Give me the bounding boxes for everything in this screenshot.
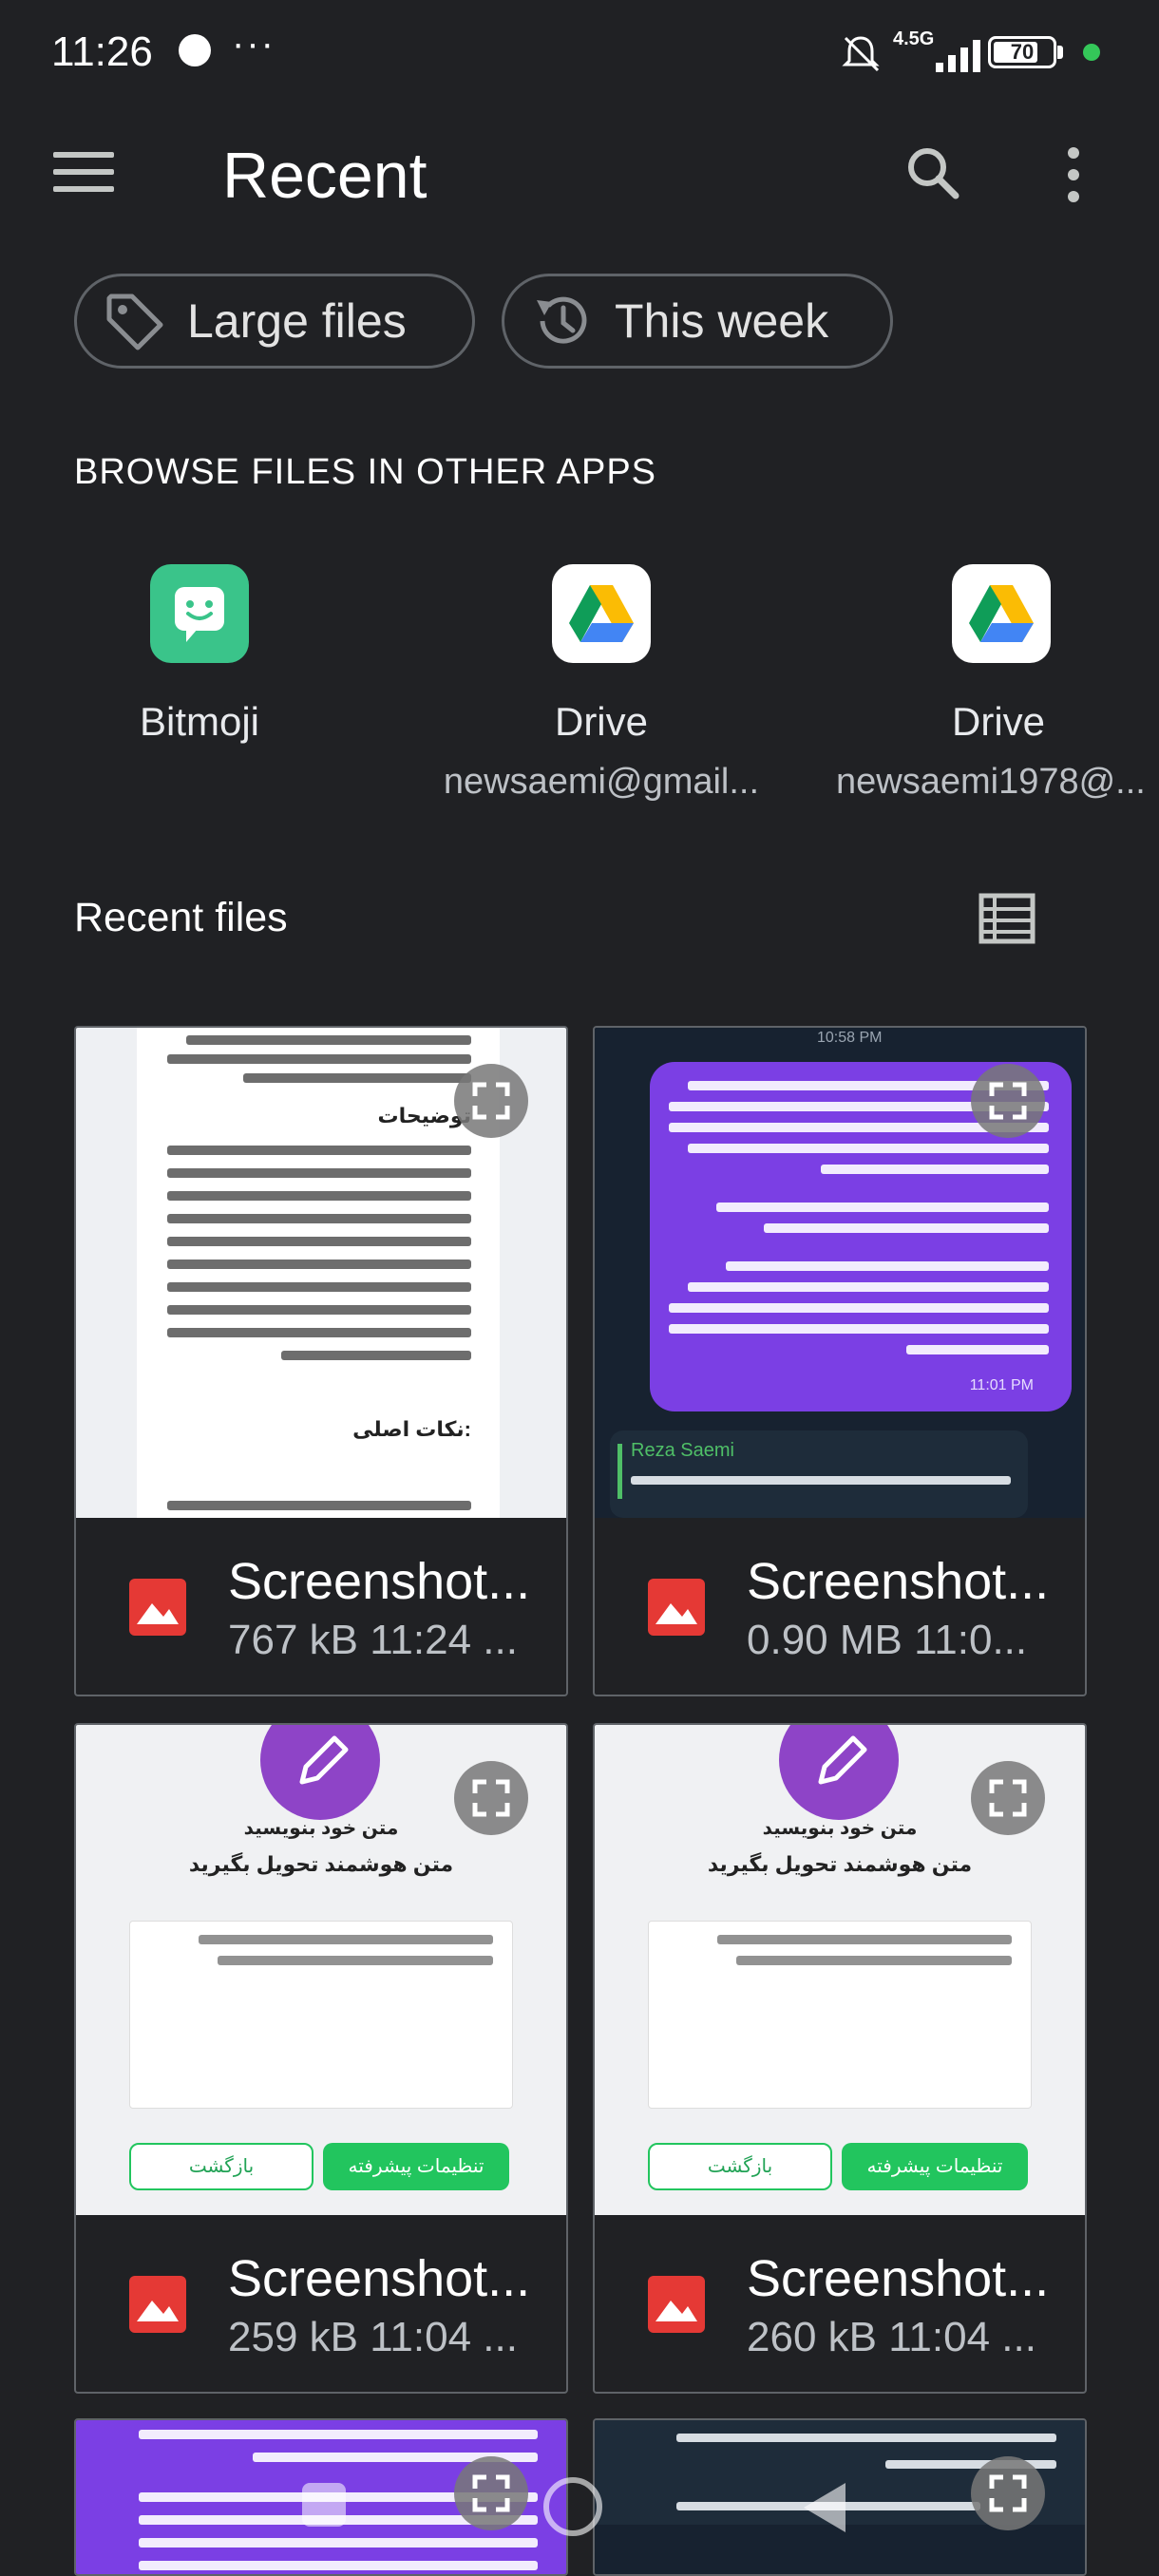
privacy-indicator-dot — [1083, 44, 1100, 61]
chip-large-files[interactable]: Large files — [74, 274, 475, 369]
search-icon — [908, 148, 960, 199]
chat-time: 11:01 PM — [969, 1377, 1034, 1393]
file-meta: 259 kB 11:04 ... — [228, 2314, 518, 2360]
file-meta: 767 kB 11:24 ... — [228, 1617, 518, 1663]
expand-icon[interactable] — [971, 1064, 1045, 1138]
recents-nav-button[interactable] — [302, 2483, 346, 2527]
search-button[interactable] — [902, 142, 963, 208]
app-drive-2[interactable]: Drive newsaemi1978@... — [823, 564, 1159, 803]
tag-icon — [106, 294, 163, 350]
list-view-button[interactable] — [978, 893, 1036, 949]
chat-time: 10:58 PM — [817, 1030, 883, 1046]
back-nav-button[interactable] — [804, 2483, 846, 2532]
browse-section-title: BROWSE FILES IN OTHER APPS — [74, 452, 657, 492]
image-file-icon — [129, 1579, 186, 1636]
form-subtitle: متن هوشمند تحویل بگیرید — [707, 1852, 973, 1876]
file-card[interactable]: 10:58 PM 11:01 PM Reza Saemi Screenshot.… — [593, 1026, 1087, 1696]
more-options-button[interactable] — [1064, 147, 1083, 213]
form-settings-button: تنظیمات پیشرفته — [866, 2156, 1003, 2177]
app-name: Drive — [554, 699, 648, 744]
file-thumbnail: متن خود بنویسید متن هوشمند تحویل بگیرید … — [595, 1725, 1085, 2215]
file-thumbnail: متن خود بنویسید متن هوشمند تحویل بگیرید … — [76, 1725, 566, 2215]
form-subtitle: متن هوشمند تحویل بگیرید — [188, 1852, 454, 1876]
battery-cap — [1057, 46, 1063, 59]
file-thumbnail: توضیحات نکات اصلی: — [76, 1028, 566, 1518]
status-time: 11:26 — [51, 28, 153, 75]
file-card[interactable]: متن خود بنویسید متن هوشمند تحویل بگیرید … — [593, 1723, 1087, 2394]
file-name: Screenshot... — [228, 1553, 531, 1610]
file-card[interactable]: متن خود بنویسید متن هوشمند تحویل بگیرید … — [74, 1723, 568, 2394]
file-name: Screenshot... — [747, 1553, 1050, 1610]
form-settings-button: تنظیمات پیشرفته — [348, 2156, 484, 2177]
chip-this-week[interactable]: This week — [502, 274, 893, 369]
image-file-icon — [648, 1579, 705, 1636]
expand-icon[interactable] — [454, 1761, 528, 1835]
battery-icon: 70 — [988, 36, 1056, 68]
app-name: Bitmoji — [139, 699, 260, 744]
bitmoji-icon — [150, 564, 249, 663]
more-vert-icon — [1068, 147, 1079, 159]
history-icon — [537, 296, 587, 344]
app-account: newsaemi@gmail... — [443, 762, 760, 802]
notification-more-icon: ··· — [232, 23, 276, 65]
network-type: 4.5G — [893, 28, 935, 49]
chip-label: Large files — [187, 294, 407, 348]
home-nav-button[interactable] — [543, 2477, 602, 2536]
list-view-icon — [978, 893, 1036, 944]
file-card[interactable]: توضیحات نکات اصلی: Screenshot... 767 kB … — [74, 1026, 568, 1696]
app-drive-1[interactable]: Drive newsaemi@gmail... — [421, 564, 782, 803]
google-drive-icon — [552, 564, 651, 663]
battery-level: 70 — [1010, 40, 1035, 64]
chat-reply-name: Reza Saemi — [631, 1440, 734, 1461]
signal-icon — [936, 34, 980, 72]
app-name: Drive — [952, 699, 1046, 744]
menu-button[interactable] — [53, 152, 114, 199]
recent-files-title: Recent files — [74, 895, 288, 940]
form-back-button: بازگشت — [188, 2156, 255, 2177]
google-drive-icon — [952, 564, 1051, 663]
image-file-icon — [648, 2276, 705, 2333]
app-bitmoji[interactable]: Bitmoji — [19, 564, 380, 762]
file-thumbnail: 10:58 PM 11:01 PM Reza Saemi — [595, 1028, 1085, 1518]
form-back-button: بازگشت — [707, 2156, 773, 2177]
image-file-icon — [129, 2276, 186, 2333]
expand-icon[interactable] — [454, 2456, 528, 2530]
expand-icon[interactable] — [971, 2456, 1045, 2530]
file-meta: 0.90 MB 11:0... — [747, 1617, 1028, 1663]
expand-icon[interactable] — [454, 1064, 528, 1138]
bell-off-icon — [840, 32, 882, 79]
expand-icon[interactable] — [971, 1761, 1045, 1835]
doc-heading-2: نکات اصلی: — [352, 1417, 471, 1441]
file-name: Screenshot... — [747, 2250, 1050, 2307]
menu-icon — [53, 152, 114, 158]
chip-label: This week — [615, 294, 829, 348]
file-meta: 260 kB 11:04 ... — [747, 2314, 1036, 2360]
page-title: Recent — [222, 140, 428, 212]
soccer-ball-icon — [179, 34, 211, 66]
file-name: Screenshot... — [228, 2250, 531, 2307]
app-account: newsaemi1978@... — [836, 762, 1146, 802]
